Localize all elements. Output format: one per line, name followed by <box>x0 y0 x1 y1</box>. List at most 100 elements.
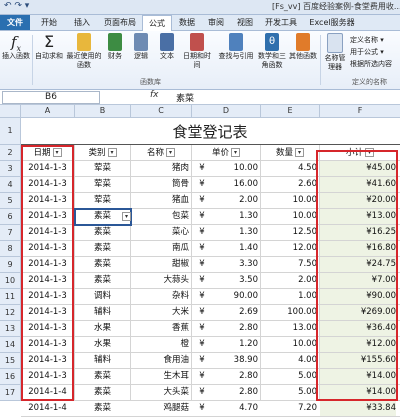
cell-name[interactable]: 橙 <box>131 337 189 352</box>
cell-currency[interactable]: ¥ <box>196 305 208 320</box>
header-category[interactable]: 类别 ▾ <box>75 146 130 160</box>
header-quantity[interactable]: 数量 ▾ <box>261 146 319 160</box>
row-header[interactable]: 10 <box>0 273 21 289</box>
financial-button[interactable]: 财务 <box>104 33 126 61</box>
cell-currency[interactable]: ¥ <box>196 353 208 368</box>
cell-quantity[interactable]: 100.00 <box>261 305 317 320</box>
row-header[interactable]: 1 <box>0 118 21 145</box>
cell-quantity[interactable]: 2.60 <box>261 177 317 192</box>
cell-currency[interactable]: ¥ <box>196 321 208 336</box>
cell-unit-price[interactable]: 16.00 <box>208 177 258 192</box>
cell-unit-price[interactable]: 3.30 <box>208 257 258 272</box>
cell-unit-price[interactable]: 1.40 <box>208 241 258 256</box>
cell-unit-price[interactable]: 10.00 <box>208 161 258 176</box>
tab-view[interactable]: 视图 <box>232 15 258 30</box>
logical-button[interactable]: 逻辑 <box>130 33 152 61</box>
column-header-c[interactable]: C <box>131 105 192 118</box>
cell-unit-price[interactable]: 4.70 <box>208 401 258 416</box>
cell-unit-price[interactable]: 1.20 <box>208 337 258 352</box>
cell-dropdown-icon[interactable]: ▾ <box>122 212 131 221</box>
cell-category[interactable]: 水果 <box>75 337 130 352</box>
cell-unit-price[interactable]: 2.80 <box>208 369 258 384</box>
cell-unit-price[interactable]: 90.00 <box>208 289 258 304</box>
row-header[interactable]: 17 <box>0 385 21 401</box>
row-header[interactable]: 15 <box>0 353 21 369</box>
select-all-corner[interactable] <box>0 105 21 118</box>
cell-quantity[interactable]: 1.00 <box>261 289 317 304</box>
cell-currency[interactable]: ¥ <box>196 369 208 384</box>
cell-currency[interactable]: ¥ <box>196 385 208 400</box>
text-button[interactable]: 文本 <box>156 33 178 61</box>
row-header[interactable]: 16 <box>0 369 21 385</box>
column-header-f[interactable]: F <box>320 105 400 118</box>
cell-quantity[interactable]: 13.00 <box>261 321 317 336</box>
row-header[interactable]: 9 <box>0 257 21 273</box>
cell-category[interactable]: 荤菜 <box>75 193 130 208</box>
cell-name[interactable]: 香蕉 <box>131 321 189 336</box>
header-name[interactable]: 名称 ▾ <box>131 146 191 160</box>
recently-used-button[interactable]: 最近使用的函数 <box>66 33 102 70</box>
cell-quantity[interactable]: 12.00 <box>261 241 317 256</box>
cell-currency[interactable]: ¥ <box>196 257 208 272</box>
cell-name[interactable]: 大蒜头 <box>131 273 189 288</box>
cell-currency[interactable]: ¥ <box>196 241 208 256</box>
cell-currency[interactable]: ¥ <box>196 273 208 288</box>
cell-name[interactable]: 筒骨 <box>131 177 189 192</box>
cell-currency[interactable]: ¥ <box>196 401 208 416</box>
tab-data[interactable]: 数据 <box>174 15 200 30</box>
cell-currency[interactable]: ¥ <box>196 209 208 224</box>
column-header-b[interactable]: B <box>75 105 131 118</box>
cell-name[interactable]: 大头菜 <box>131 385 189 400</box>
tab-home[interactable]: 开始 <box>34 15 64 30</box>
formula-input[interactable]: 素菜 <box>176 91 194 104</box>
row-header[interactable]: 4 <box>0 177 21 193</box>
cell-quantity[interactable]: 4.00 <box>261 353 317 368</box>
tab-formulas[interactable]: 公式 <box>142 15 172 31</box>
cell-currency[interactable]: ¥ <box>196 225 208 240</box>
row-header[interactable]: 5 <box>0 193 21 209</box>
row-header[interactable]: 7 <box>0 225 21 241</box>
tab-insert[interactable]: 插入 <box>68 15 96 30</box>
tab-review[interactable]: 审阅 <box>203 15 229 30</box>
cell-quantity[interactable]: 12.50 <box>261 225 317 240</box>
cell-category[interactable]: 辅料 <box>75 353 130 368</box>
cell-name[interactable]: 猪肉 <box>131 161 189 176</box>
autosum-button[interactable]: Σ 自动求和 <box>34 33 64 61</box>
cell-name[interactable]: 生木耳 <box>131 369 189 384</box>
cell-name[interactable]: 大米 <box>131 305 189 320</box>
header-unit-price[interactable]: 单价 ▾ <box>192 146 260 160</box>
cell-unit-price[interactable]: 3.50 <box>208 273 258 288</box>
use-in-formula-button[interactable]: 用于公式 ▾ <box>350 47 384 57</box>
column-header-a[interactable]: A <box>21 105 75 118</box>
cell-quantity[interactable]: 7.20 <box>261 401 317 416</box>
cell-category[interactable]: 素菜 <box>75 273 130 288</box>
tab-developer[interactable]: 开发工具 <box>262 15 300 30</box>
cell-quantity[interactable]: 5.00 <box>261 369 317 384</box>
cell-category[interactable]: 辅料 <box>75 305 130 320</box>
cell-category[interactable]: 水果 <box>75 321 130 336</box>
cell-category[interactable]: 素菜 <box>75 385 130 400</box>
cell-category[interactable]: 素菜 <box>75 241 130 256</box>
cell-category[interactable]: 素菜 <box>75 225 130 240</box>
cell-name[interactable]: 菜心 <box>131 225 189 240</box>
cell-category[interactable]: 调料 <box>75 289 130 304</box>
cell-name[interactable]: 包菜 <box>131 209 189 224</box>
cell-name[interactable]: 食用油 <box>131 353 189 368</box>
cell-quantity[interactable]: 10.00 <box>261 193 317 208</box>
cell-unit-price[interactable]: 2.00 <box>208 193 258 208</box>
cell-currency[interactable]: ¥ <box>196 289 208 304</box>
insert-function-button[interactable]: fx 插入函数 <box>2 33 30 61</box>
row-header[interactable]: 12 <box>0 305 21 321</box>
cell-name[interactable]: 南瓜 <box>131 241 189 256</box>
cell-name[interactable]: 甜椒 <box>131 257 189 272</box>
cell-category[interactable]: 素菜 <box>75 369 130 384</box>
define-name-button[interactable]: 定义名称 ▾ <box>350 35 384 45</box>
cell-quantity[interactable]: 4.50 <box>261 161 317 176</box>
tab-excel-server[interactable]: Excel服务器 <box>304 15 360 30</box>
cell-category[interactable]: 荤菜 <box>75 161 130 176</box>
cell-quantity[interactable]: 10.00 <box>261 209 317 224</box>
cell-quantity[interactable]: 5.00 <box>261 385 317 400</box>
lookup-reference-button[interactable]: 查找与引用 <box>216 33 256 61</box>
row-header[interactable]: 6 <box>0 209 21 225</box>
cell-date[interactable]: 2014-1-4 <box>21 401 74 416</box>
